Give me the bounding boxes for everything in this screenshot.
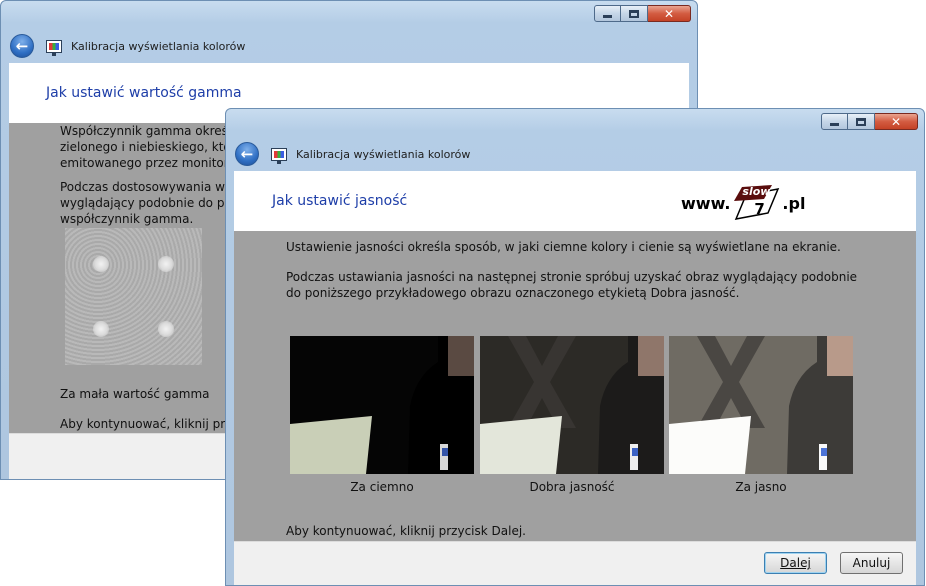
- text-line: do poniższego przykładowego obrazu oznac…: [286, 286, 740, 300]
- text-line: Podczas dostosowywania ws: [60, 180, 232, 194]
- logo-mark-bottom: 7: [754, 200, 765, 218]
- window-title: Kalibracja wyświetlania kolorów: [71, 39, 246, 53]
- gamma-dot: [93, 256, 109, 272]
- back-arrow-icon: ←: [15, 37, 29, 55]
- text-line: zielonego i niebieskiego, któ: [60, 140, 231, 154]
- maximize-icon: [856, 117, 866, 126]
- text-line: Podczas ustawiania jasności na następnej…: [286, 270, 858, 284]
- gamma-image-caption: Za mała wartość gamma: [60, 387, 210, 401]
- text-line: emitowanego przez monitor: [60, 156, 229, 170]
- header-panel: Jak ustawić jasność www. slow 7 .pl: [234, 171, 916, 231]
- navigation-bar: ← Kalibracja wyświetlania kolorów: [1, 31, 697, 61]
- logo-mark-top: slow: [742, 185, 771, 198]
- next-button[interactable]: Dalej: [764, 552, 827, 574]
- cancel-button[interactable]: Anuluj: [840, 552, 903, 574]
- gamma-dot: [158, 256, 174, 272]
- gamma-dot: [158, 321, 174, 337]
- brightness-window: ✕ ← Kalibracja wyświetlania kolorów Jak …: [225, 108, 925, 586]
- navigation-bar: ← Kalibracja wyświetlania kolorów: [226, 139, 924, 169]
- sample-image-too-dark: [290, 336, 474, 474]
- description-paragraph-2: Podczas ustawiania jasności na następnej…: [286, 269, 857, 301]
- site-logo: www. slow 7 .pl: [681, 183, 805, 223]
- window-title: Kalibracja wyświetlania kolorów: [296, 147, 471, 161]
- minimize-icon: [603, 14, 612, 18]
- maximize-icon: [629, 9, 639, 18]
- description-paragraph-1: Ustawienie jasności określa sposób, w ja…: [286, 240, 841, 254]
- close-button[interactable]: ✕: [875, 113, 918, 130]
- logo-prefix: www.: [681, 193, 731, 213]
- close-icon: ✕: [663, 6, 675, 21]
- window-controls: ✕: [821, 113, 918, 130]
- text-line: wyglądający podobnie do pe: [60, 196, 232, 210]
- sample-label-too-dark: Za ciemno: [350, 480, 414, 494]
- sample-label-good-brightness: Dobra jasność: [529, 480, 615, 494]
- sample-label-too-bright: Za jasno: [735, 480, 787, 494]
- window-controls: ✕: [594, 5, 691, 22]
- minimize-icon: [830, 122, 839, 126]
- back-button[interactable]: ←: [10, 34, 34, 58]
- text-line: Współczynnik gamma określ: [60, 124, 232, 138]
- page-heading: Jak ustawić jasność: [272, 193, 408, 209]
- content-area: Jak ustawić jasność www. slow 7 .pl Usta…: [234, 171, 916, 585]
- minimize-button[interactable]: [594, 5, 621, 22]
- gamma-sample-image: [65, 228, 202, 365]
- back-button[interactable]: ←: [235, 142, 259, 166]
- sample-image-too-bright: [669, 336, 853, 474]
- minimize-button[interactable]: [821, 113, 848, 130]
- close-icon: ✕: [890, 114, 902, 129]
- footer-bar: Dalej Anuluj: [234, 541, 916, 585]
- gamma-dot: [93, 321, 109, 337]
- continue-instruction: Aby kontynuować, kliknij przycisk Dalej.: [286, 524, 526, 538]
- color-calibration-icon: [46, 39, 62, 56]
- maximize-button[interactable]: [621, 5, 648, 22]
- description-paragraph-2: Podczas dostosowywania ws wyglądający po…: [60, 179, 232, 227]
- maximize-button[interactable]: [848, 113, 875, 130]
- logo-suffix: .pl: [782, 193, 806, 213]
- text-line: współczynnik gamma.: [60, 212, 194, 226]
- logo-mark: slow 7: [732, 183, 780, 223]
- cancel-button-label: Anuluj: [852, 556, 891, 570]
- back-arrow-icon: ←: [240, 145, 254, 163]
- color-calibration-icon: [271, 147, 287, 164]
- next-button-label: Dalej: [780, 556, 811, 570]
- close-button[interactable]: ✕: [648, 5, 691, 22]
- description-paragraph-1: Współczynnik gamma określ zielonego i ni…: [60, 123, 231, 171]
- continue-instruction: Aby kontynuować, kliknij przy: [60, 417, 239, 431]
- sample-image-good-brightness: [480, 336, 664, 474]
- page-heading: Jak ustawić wartość gamma: [46, 85, 242, 101]
